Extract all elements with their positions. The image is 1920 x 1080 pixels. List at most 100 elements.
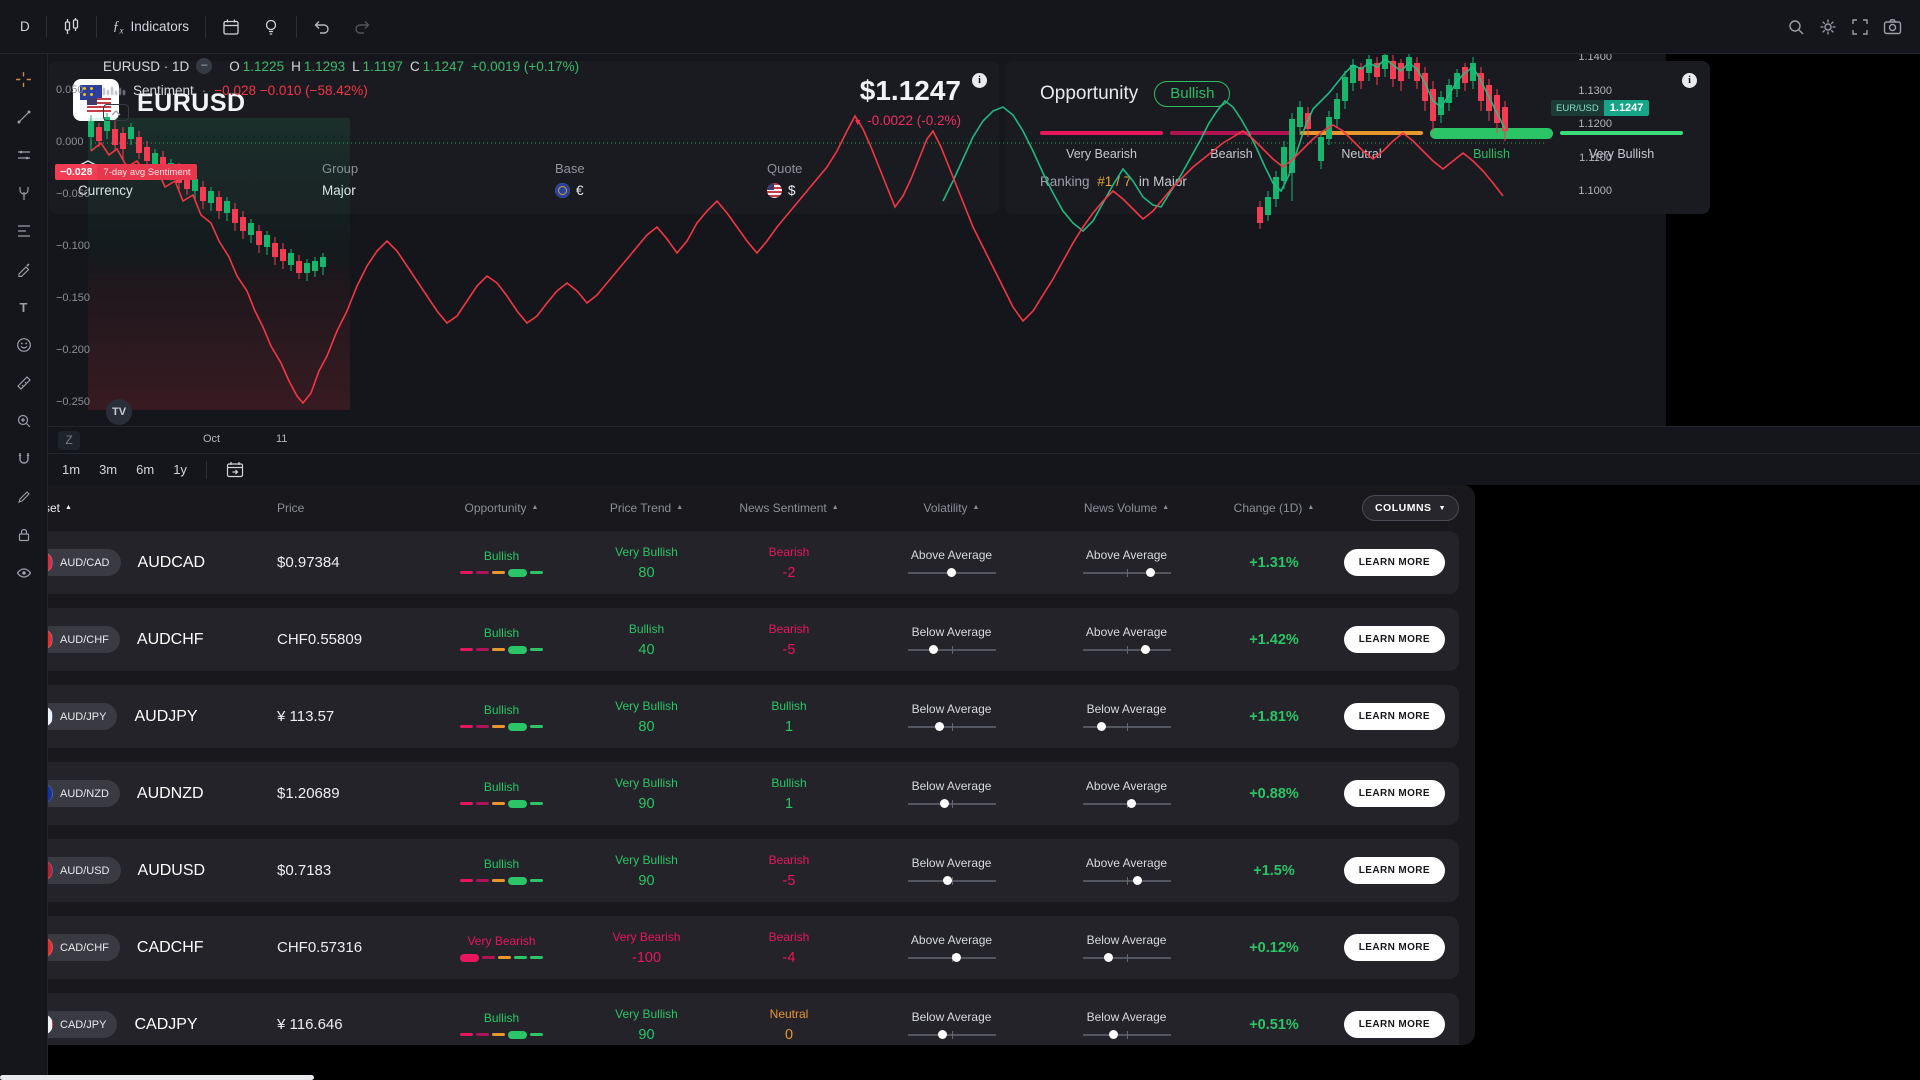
indicator-name[interactable]: Sentiment xyxy=(133,83,194,98)
news-volume-cell-label: Below Average xyxy=(1087,702,1167,716)
table-row[interactable]: AUD/NZDAUDNZD$1.20689BullishVery Bullish… xyxy=(16,762,1459,825)
column-header-news-sentiment[interactable]: News Sentiment▲ xyxy=(714,501,864,515)
learn-more-button[interactable]: LEARN MORE xyxy=(1344,549,1445,576)
opportunity-scale-segment[interactable]: Bullish xyxy=(1430,127,1553,161)
undo-icon[interactable] xyxy=(307,15,337,39)
volatility-cell-slider[interactable] xyxy=(908,568,996,578)
slider-handle[interactable] xyxy=(1146,568,1155,577)
chart-type-icon[interactable] xyxy=(57,14,86,39)
volatility-cell-slider[interactable] xyxy=(908,645,996,655)
sentiment-value-tag: −0.028 7-day avg Sentiment xyxy=(55,164,197,180)
news-volume-cell-slider[interactable] xyxy=(1083,568,1171,578)
slider-handle[interactable] xyxy=(952,953,961,962)
slider-handle[interactable] xyxy=(1141,645,1150,654)
range-button-1y[interactable]: 1y xyxy=(173,462,187,477)
legend-collapse-icon[interactable]: – xyxy=(196,58,212,74)
volatility-cell-slider[interactable] xyxy=(908,722,996,732)
news-volume-cell-slider[interactable] xyxy=(1083,645,1171,655)
opportunity-scale-segment[interactable]: Bearish xyxy=(1170,127,1293,161)
column-header-volatility[interactable]: Volatility▲ xyxy=(864,501,1039,515)
slider-handle[interactable] xyxy=(1104,953,1113,962)
emoji-tool-icon[interactable] xyxy=(10,332,38,358)
table-row[interactable]: CAD/JPYCADJPY¥ 116.646BullishVery Bullis… xyxy=(16,993,1459,1045)
column-header-label: Price xyxy=(277,501,304,515)
column-header-news-volume[interactable]: News Volume▲ xyxy=(1039,501,1214,515)
collapse-caret-button[interactable] xyxy=(103,104,129,121)
slider-handle[interactable] xyxy=(935,722,944,731)
learn-more-button[interactable]: LEARN MORE xyxy=(1344,1011,1445,1038)
range-button-6m[interactable]: 6m xyxy=(136,462,154,477)
slider-handle[interactable] xyxy=(1097,722,1106,731)
slider-handle[interactable] xyxy=(1133,876,1142,885)
volatility-cell: Below Average xyxy=(864,856,1039,886)
text-tool-icon[interactable]: T xyxy=(10,294,38,320)
news-volume-cell-slider[interactable] xyxy=(1083,799,1171,809)
pitchfork-icon[interactable] xyxy=(10,180,38,206)
pencil-icon[interactable] xyxy=(10,484,38,485)
magnet-icon[interactable] xyxy=(10,446,38,472)
news-volume-cell-slider[interactable] xyxy=(1083,1030,1171,1040)
price-trend-cell: Bullish40 xyxy=(579,622,714,658)
time-axis[interactable]: Z Oct 11 xyxy=(48,426,1666,453)
news-volume-cell-slider[interactable] xyxy=(1083,953,1171,963)
learn-more-button[interactable]: LEARN MORE xyxy=(1344,780,1445,807)
goto-date-icon[interactable] xyxy=(226,461,244,478)
parallel-lines-icon[interactable] xyxy=(10,142,38,168)
indicators-button[interactable]: ƒx Indicators xyxy=(107,14,195,40)
slider-handle[interactable] xyxy=(943,876,952,885)
slider-handle[interactable] xyxy=(947,568,956,577)
range-button-1m[interactable]: 1m xyxy=(62,462,80,477)
table-row[interactable]: AUD/JPYAUDJPY¥ 113.57BullishVery Bullish… xyxy=(16,685,1459,748)
trend-line-icon[interactable] xyxy=(10,104,38,130)
slider-handle[interactable] xyxy=(1109,1030,1118,1039)
table-row[interactable]: AUD/CHFAUDCHFCHF0.55809BullishBullish40B… xyxy=(16,608,1459,671)
slider-handle[interactable] xyxy=(1127,799,1136,808)
interval-button[interactable]: D xyxy=(14,15,36,38)
column-header-price[interactable]: Price xyxy=(259,501,424,515)
learn-more-button[interactable]: LEARN MORE xyxy=(1344,934,1445,961)
price-trend-cell-label: Bullish xyxy=(629,622,664,636)
zoom-out-button[interactable]: Z xyxy=(58,431,80,450)
volatility-cell-slider[interactable] xyxy=(908,876,996,886)
fib-retracement-icon[interactable] xyxy=(10,218,38,244)
volatility-cell-slider[interactable] xyxy=(908,953,996,963)
legend-symbol[interactable]: EURUSD · 1D xyxy=(103,59,189,74)
column-header-opportunity[interactable]: Opportunity▲ xyxy=(424,501,579,515)
opportunity-scale-segment[interactable]: Neutral xyxy=(1300,127,1423,161)
opportunity-cell: Bullish xyxy=(424,549,579,577)
table-row[interactable]: CAD/CHFCADCHFCHF0.57316Very BearishVery … xyxy=(16,916,1459,979)
slider-handle[interactable] xyxy=(938,1030,947,1039)
column-header-asset[interactable]: Asset▲ xyxy=(16,501,259,515)
volatility-cell-slider[interactable] xyxy=(908,1030,996,1040)
volatility-cell-slider[interactable] xyxy=(908,799,996,809)
learn-more-button[interactable]: LEARN MORE xyxy=(1344,857,1445,884)
learn-more-button[interactable]: LEARN MORE xyxy=(1344,703,1445,730)
opportunity-info-icon[interactable]: i xyxy=(1682,73,1697,88)
price-info-icon[interactable]: i xyxy=(972,73,987,88)
columns-button[interactable]: COLUMNS▼ xyxy=(1362,495,1459,521)
zoom-in-icon[interactable] xyxy=(10,408,38,434)
crosshair-icon[interactable] xyxy=(10,66,38,92)
redo-icon[interactable] xyxy=(347,15,377,39)
news-volume-cell: Below Average xyxy=(1039,1010,1214,1040)
calendar-icon[interactable] xyxy=(216,14,246,40)
us-flag-circle-icon xyxy=(767,183,782,198)
change-cell: +0.88% xyxy=(1214,786,1334,802)
column-header-change-1d-[interactable]: Change (1D)▲ xyxy=(1214,501,1334,515)
slider-handle[interactable] xyxy=(940,799,949,808)
brush-icon[interactable] xyxy=(10,256,38,282)
range-button-3m[interactable]: 3m xyxy=(99,462,117,477)
measure-ruler-icon[interactable] xyxy=(10,370,38,396)
learn-more-button[interactable]: LEARN MORE xyxy=(1344,626,1445,653)
scale-bar xyxy=(1040,131,1163,135)
news-sentiment-cell: Bullish1 xyxy=(714,699,864,735)
table-row[interactable]: AUD/USDAUDUSD$0.7183BullishVery Bullish9… xyxy=(16,839,1459,902)
column-header-price-trend[interactable]: Price Trend▲ xyxy=(579,501,714,515)
news-volume-cell-slider[interactable] xyxy=(1083,722,1171,732)
opportunity-scale-segment[interactable]: Very Bearish xyxy=(1040,127,1163,161)
table-row[interactable]: AUD/CADAUDCAD$0.97384BullishVery Bullish… xyxy=(16,531,1459,594)
quote-meta: Quote $ xyxy=(767,161,802,198)
slider-handle[interactable] xyxy=(929,645,938,654)
news-volume-cell-slider[interactable] xyxy=(1083,876,1171,886)
ideas-bulb-icon[interactable] xyxy=(256,14,286,40)
